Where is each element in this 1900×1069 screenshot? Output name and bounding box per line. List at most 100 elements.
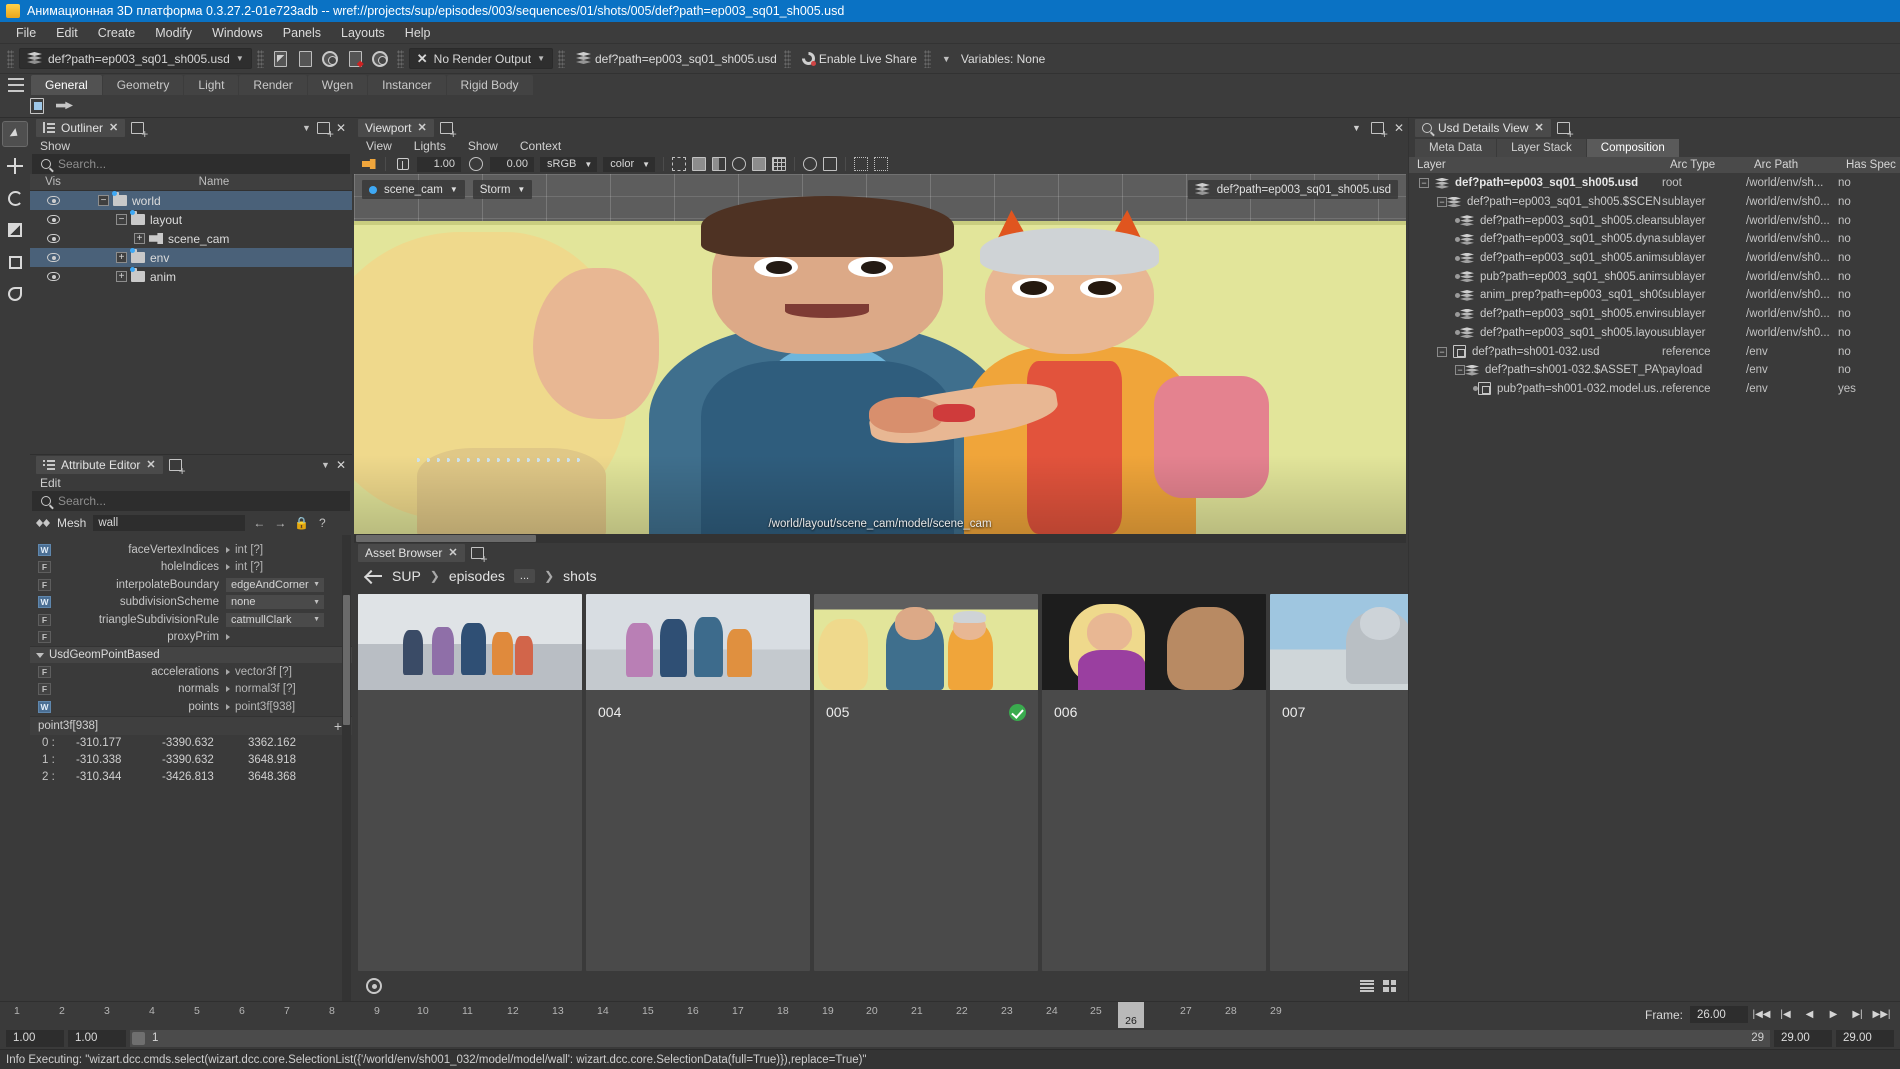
shelf-import-icon[interactable] bbox=[30, 98, 44, 114]
toolbar-grip[interactable] bbox=[7, 49, 14, 68]
frame-selection-icon[interactable] bbox=[854, 157, 869, 171]
usd-row[interactable]: pub?path=sh001-032.model.us... reference… bbox=[1409, 380, 1900, 399]
attr-row[interactable]: W faceVertexIndices int [?] bbox=[30, 541, 352, 559]
viewport-menu-show[interactable]: Show bbox=[468, 139, 498, 153]
prev-prim-button[interactable]: ← bbox=[252, 516, 266, 530]
usd-row[interactable]: def?path=ep003_sq01_sh005.anima... subla… bbox=[1409, 249, 1900, 268]
frame-input[interactable]: 26.00 bbox=[1690, 1006, 1748, 1023]
new-tab-icon[interactable] bbox=[439, 121, 457, 139]
new-tab-icon[interactable] bbox=[1556, 121, 1574, 139]
expander-icon[interactable]: + bbox=[116, 271, 127, 282]
viewport-menu-lights[interactable]: Lights bbox=[414, 139, 446, 153]
close-panel-icon[interactable]: ✕ bbox=[336, 458, 346, 472]
menu-item-layouts[interactable]: Layouts bbox=[331, 23, 395, 43]
shaded-wire-icon[interactable] bbox=[712, 157, 727, 171]
point-z[interactable]: 3362.162 bbox=[244, 737, 330, 749]
viewport-hscrollbar[interactable] bbox=[354, 534, 1406, 543]
attribute-scrollbar[interactable] bbox=[342, 535, 351, 1001]
attr-badge[interactable]: F bbox=[38, 631, 51, 644]
close-icon[interactable]: ✕ bbox=[448, 546, 457, 559]
attr-row[interactable]: F triangleSubdivisionRule catmullClark ▼ bbox=[30, 611, 352, 629]
attr-badge[interactable]: F bbox=[38, 613, 51, 626]
outliner-menu-show[interactable]: Show bbox=[40, 139, 70, 153]
expand-arrow-icon[interactable] bbox=[226, 703, 230, 710]
menu-item-modify[interactable]: Modify bbox=[145, 23, 202, 43]
shelf-tab-instancer[interactable]: Instancer bbox=[368, 75, 446, 95]
expander-icon[interactable]: − bbox=[1455, 365, 1465, 376]
gear-icon[interactable] bbox=[366, 978, 382, 994]
shelf-tab-rigid-body[interactable]: Rigid Body bbox=[446, 75, 533, 95]
range-start-input[interactable]: 1.00 bbox=[6, 1029, 64, 1047]
visibility-toggle[interactable] bbox=[30, 272, 76, 281]
usd-details-tree[interactable]: − def?path=ep003_sq01_sh005.usd root /wo… bbox=[1409, 174, 1900, 1001]
attribute-editor-menu-edit[interactable]: Edit bbox=[40, 476, 61, 490]
live-share-label[interactable]: Enable Live Share bbox=[817, 52, 919, 66]
grid-toggle-icon[interactable] bbox=[772, 157, 787, 171]
asset-card[interactable]: 005 bbox=[814, 594, 1038, 971]
point-x[interactable]: -310.338 bbox=[72, 754, 158, 766]
tab-attribute-editor[interactable]: Attribute Editor ✕ bbox=[36, 455, 163, 474]
outliner-row-world[interactable]: − world bbox=[30, 191, 352, 210]
layer-combo-label[interactable]: def?path=ep003_sq01_sh005.usd bbox=[593, 52, 779, 66]
expander-icon[interactable]: + bbox=[116, 252, 127, 263]
outliner-row-anim[interactable]: + anim bbox=[30, 267, 352, 286]
range-start-input-2[interactable]: 1.00 bbox=[68, 1029, 126, 1047]
menu-item-help[interactable]: Help bbox=[395, 23, 441, 43]
table-row[interactable]: 1 : -310.338 -3390.632 3648.918 bbox=[30, 752, 352, 769]
expand-arrow-icon[interactable] bbox=[226, 634, 230, 641]
shelf-camera-icon[interactable] bbox=[56, 101, 73, 110]
prev-key-button[interactable]: |◀ bbox=[1775, 1005, 1796, 1024]
tool-select[interactable] bbox=[2, 121, 28, 147]
usd-row[interactable]: def?path=ep003_sq01_sh005.dyna... sublay… bbox=[1409, 230, 1900, 249]
expander-icon[interactable]: − bbox=[1419, 178, 1429, 189]
toolbar-grip-6[interactable] bbox=[923, 49, 931, 68]
toolbar-grip-4[interactable] bbox=[557, 49, 565, 68]
viewport-canvas[interactable]: scene_cam ▼ Storm ▼ def?path=ep003_sq01_… bbox=[354, 174, 1406, 534]
close-icon[interactable]: ✕ bbox=[417, 121, 426, 134]
asset-card[interactable]: 007 bbox=[1270, 594, 1408, 971]
attr-badge[interactable]: F bbox=[38, 665, 51, 678]
grid-view-icon[interactable] bbox=[1383, 980, 1396, 992]
tool-scale[interactable] bbox=[3, 218, 27, 242]
attr-row[interactable]: F holeIndices int [?] bbox=[30, 559, 352, 577]
usd-row[interactable]: − def?path=ep003_sq01_sh005.usd root /wo… bbox=[1409, 174, 1900, 193]
triangle-subdivision-rule-combo[interactable]: catmullClark ▼ bbox=[226, 612, 324, 627]
menu-item-file[interactable]: File bbox=[6, 23, 46, 43]
range-end-input[interactable]: 29.00 bbox=[1774, 1029, 1832, 1047]
panel-menu-chevron-icon[interactable]: ▼ bbox=[302, 123, 311, 133]
display-mode-combo[interactable]: color ▼ bbox=[603, 156, 656, 172]
attr-badge[interactable]: W bbox=[38, 596, 51, 609]
expander-icon[interactable]: − bbox=[1437, 346, 1447, 357]
point-y[interactable]: -3390.632 bbox=[158, 737, 244, 749]
point-y[interactable]: -3390.632 bbox=[158, 754, 244, 766]
point-y[interactable]: -3426.813 bbox=[158, 771, 244, 783]
asset-card[interactable]: 004 bbox=[586, 594, 810, 971]
tool-pen[interactable] bbox=[3, 282, 27, 306]
go-to-start-button[interactable]: |◀◀ bbox=[1751, 1005, 1772, 1024]
menu-item-create[interactable]: Create bbox=[88, 23, 146, 43]
wireframe-icon[interactable] bbox=[672, 157, 687, 171]
attribute-editor-search[interactable]: Search... bbox=[32, 491, 350, 511]
range-end-input-2[interactable]: 29.00 bbox=[1836, 1029, 1894, 1047]
float-panel-icon[interactable] bbox=[1370, 121, 1388, 139]
subtab-meta-data[interactable]: Meta Data bbox=[1415, 139, 1497, 157]
shelf-tab-render[interactable]: Render bbox=[239, 75, 307, 95]
shelf-tab-general[interactable]: General bbox=[31, 75, 102, 95]
tool-move[interactable] bbox=[3, 154, 27, 178]
attr-row[interactable]: F interpolateBoundary edgeAndCorner ▼ bbox=[30, 576, 352, 594]
viewport-menu-view[interactable]: View bbox=[366, 139, 392, 153]
interpolate-boundary-combo[interactable]: edgeAndCorner ▼ bbox=[226, 577, 324, 592]
colorspace-combo[interactable]: sRGB ▼ bbox=[540, 156, 598, 172]
outliner-row-layout[interactable]: − layout bbox=[30, 210, 352, 229]
menu-item-edit[interactable]: Edit bbox=[46, 23, 88, 43]
focal-lock-icon[interactable] bbox=[394, 156, 411, 172]
step-back-button[interactable]: ◀ bbox=[1799, 1005, 1820, 1024]
stage-settings-button[interactable] bbox=[369, 47, 392, 70]
breadcrumb-overflow-button[interactable]: ... bbox=[513, 569, 536, 583]
breadcrumb-shots[interactable]: shots bbox=[563, 568, 596, 584]
asset-card[interactable] bbox=[358, 594, 582, 971]
visibility-toggle[interactable] bbox=[30, 196, 76, 205]
tab-usd-details-view[interactable]: Usd Details View ✕ bbox=[1415, 118, 1551, 137]
aperture-field[interactable]: 0.00 bbox=[490, 156, 534, 172]
point-x[interactable]: -310.177 bbox=[72, 737, 158, 749]
